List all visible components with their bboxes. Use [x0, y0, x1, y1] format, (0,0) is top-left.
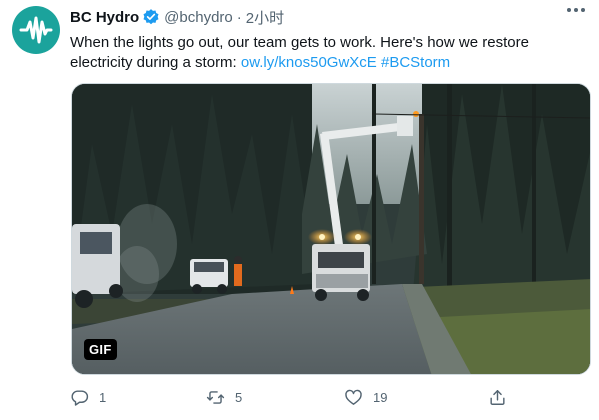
hashtag-link[interactable]: #BCStorm	[381, 54, 450, 71]
avatar[interactable]	[12, 6, 60, 54]
reply-button[interactable]: 1	[70, 388, 106, 407]
media-gif[interactable]: GIF	[71, 83, 591, 375]
tweet-link[interactable]: ow.ly/knos50GwXcE	[241, 54, 377, 71]
separator-dot: ·	[236, 8, 242, 26]
retweet-count: 5	[235, 390, 243, 405]
verified-badge-icon	[142, 8, 160, 26]
retweet-button[interactable]: 5	[206, 388, 242, 407]
like-count: 19	[373, 390, 388, 405]
gif-badge: GIF	[84, 339, 117, 360]
tweet-header: BC Hydro @bchydro · 2小时	[70, 6, 585, 28]
reply-count: 1	[99, 390, 107, 405]
action-bar: 1 5 19	[70, 388, 510, 412]
reply-icon	[71, 390, 89, 406]
handle[interactable]: @bchydro	[164, 9, 233, 26]
like-icon	[345, 389, 362, 405]
share-icon	[490, 390, 505, 405]
bchydro-logo-icon	[19, 16, 53, 44]
tweet-card: BC Hydro @bchydro · 2小时 When the lights …	[0, 0, 599, 420]
timestamp[interactable]: 2小时	[246, 7, 284, 28]
tweet-text: When the lights go out, our team gets to…	[70, 33, 590, 73]
storm-scene-image	[72, 84, 590, 374]
more-options-icon[interactable]	[567, 8, 585, 12]
display-name[interactable]: BC Hydro	[70, 9, 139, 26]
like-button[interactable]: 19	[344, 388, 387, 407]
retweet-icon	[206, 391, 225, 404]
share-button[interactable]	[488, 388, 507, 407]
